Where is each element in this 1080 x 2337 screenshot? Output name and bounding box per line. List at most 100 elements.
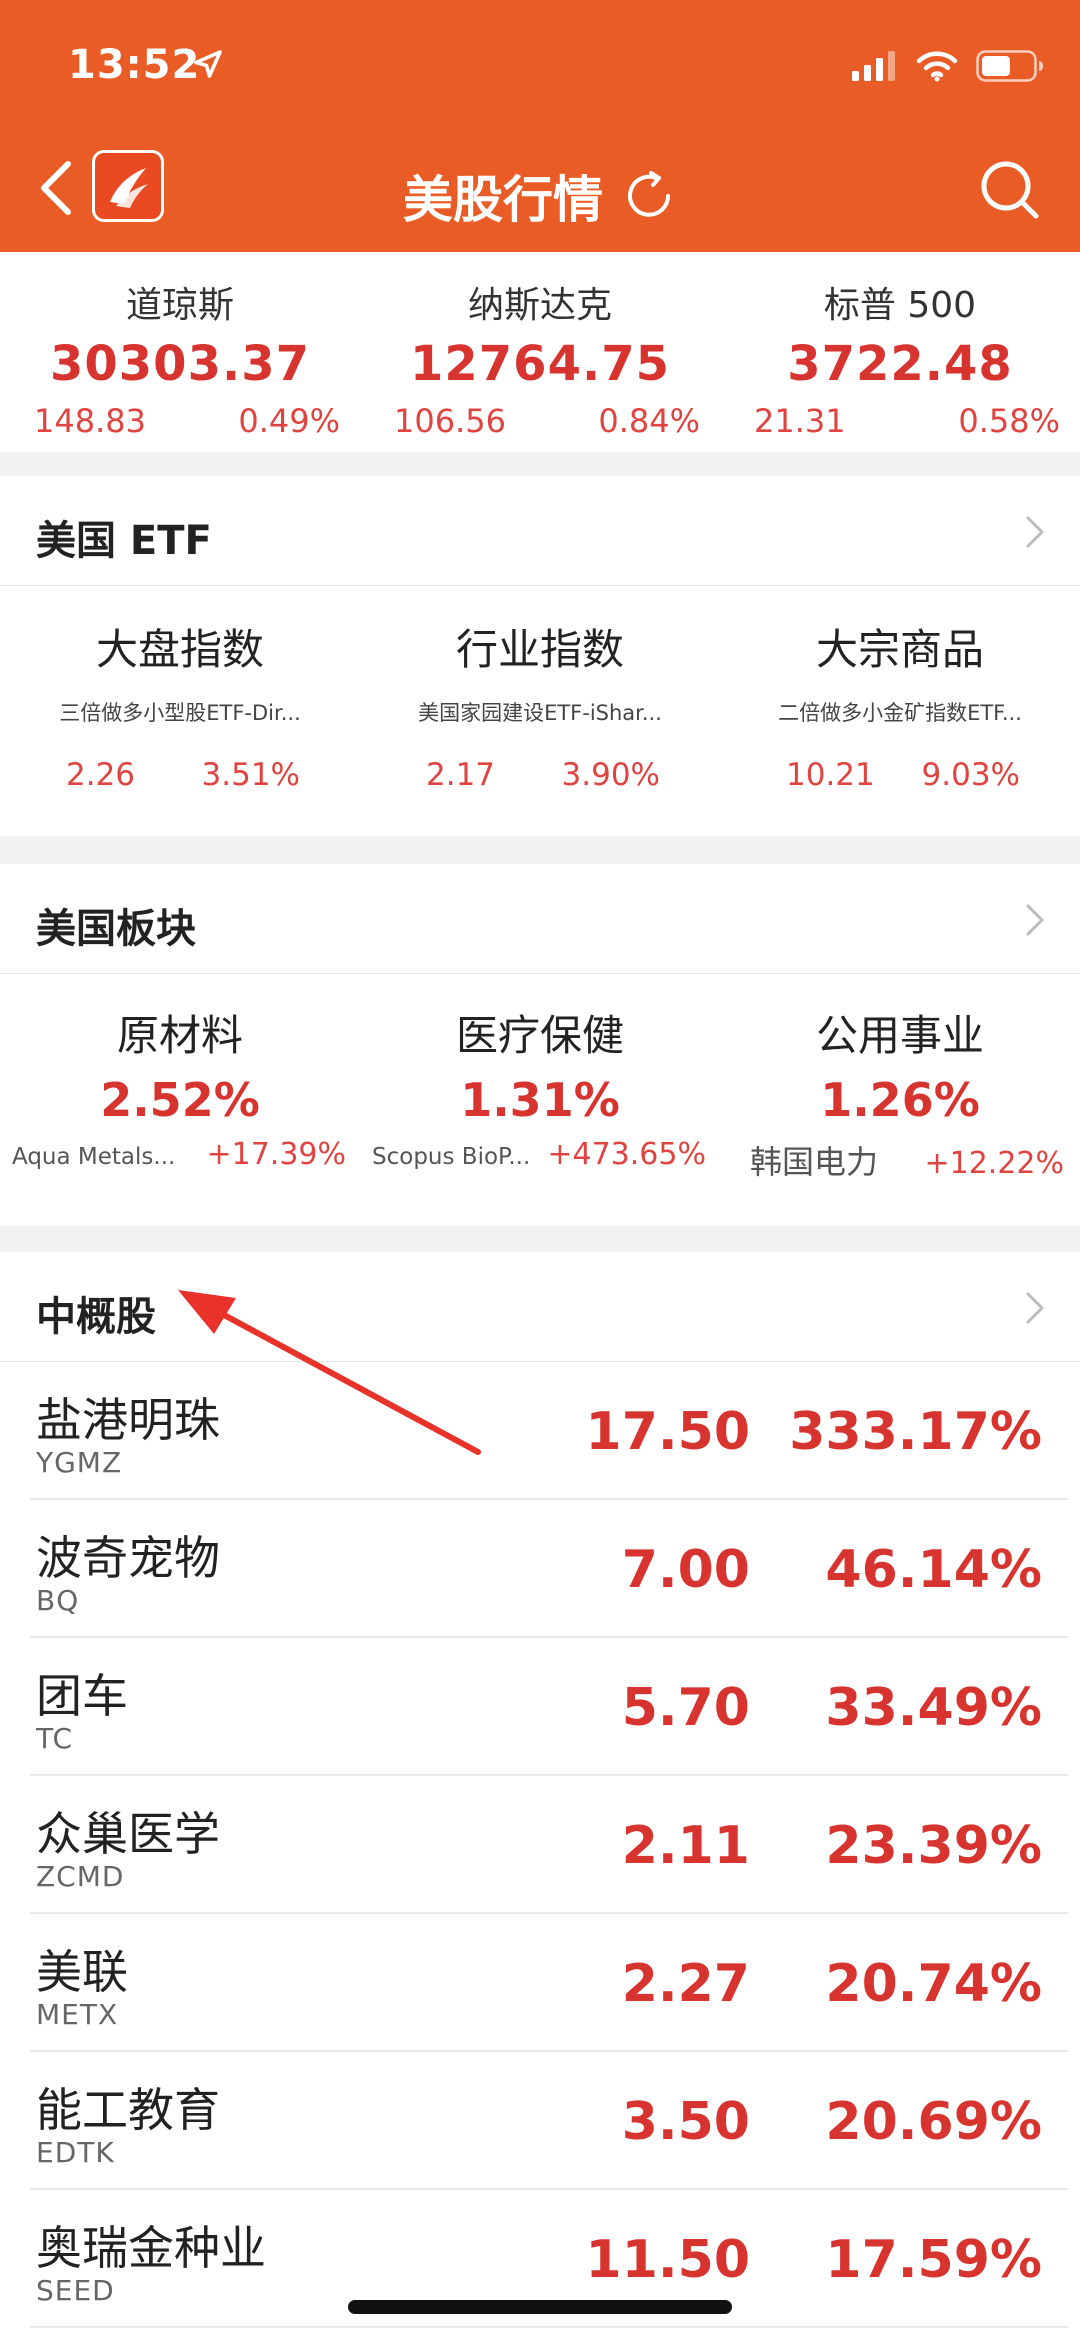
china-section-header[interactable]: 中概股 xyxy=(0,1252,1080,1362)
page-title-text: 美股行情 xyxy=(403,171,603,229)
search-icon[interactable] xyxy=(978,158,1042,222)
index-change: 106.56 xyxy=(394,402,506,440)
index-change: 148.83 xyxy=(34,402,146,440)
cellular-signal-icon xyxy=(852,51,895,81)
china-stock-list: 盐港明珠 YGMZ 17.50 333.17% 波奇宠物 BQ 7.00 46.… xyxy=(0,1362,1080,2337)
table-row[interactable]: 团车 TC 5.70 33.49% xyxy=(30,1638,1068,1776)
etf-price: 2.17 xyxy=(426,757,496,793)
sector-leader: 韩国电力 xyxy=(750,1143,879,1181)
index-value: 30303.37 xyxy=(49,336,311,392)
stock-change-pct: 333.17% xyxy=(789,1402,1042,1462)
etf-price: 10.21 xyxy=(786,757,875,793)
battery-icon xyxy=(976,50,1043,82)
sector-leader: Aqua Metals... xyxy=(12,1144,176,1170)
table-row[interactable]: 美联 METX 2.27 20.74% xyxy=(30,1914,1068,2052)
section-title: 美国 ETF xyxy=(36,518,212,564)
etf-pct: 3.90% xyxy=(561,757,660,793)
stock-name: 美联 xyxy=(36,1945,128,1999)
etf-item-industry[interactable]: 行业指数 美国家园建设ETF-iShar... 2.17 3.90% xyxy=(360,616,720,793)
index-summary-card: 道琼斯 30303.37 148.83 0.49% 纳斯达克 12764.75 … xyxy=(0,252,1080,452)
sector-pct: 2.52% xyxy=(100,1073,260,1127)
sector-leader-pct: +12.22% xyxy=(924,1146,1064,1181)
stock-price: 11.50 xyxy=(585,2230,750,2290)
sector-leader-pct: +17.39% xyxy=(206,1137,346,1172)
stock-price: 3.50 xyxy=(621,2092,750,2152)
index-nasdaq[interactable]: 纳斯达克 12764.75 106.56 0.84% xyxy=(360,276,720,440)
stock-code: YGMZ xyxy=(36,1446,123,1479)
table-row[interactable]: 众巢医学 ZCMD 2.11 23.39% xyxy=(30,1776,1068,1914)
stock-change-pct: 20.69% xyxy=(825,2092,1042,2152)
etf-price: 2.26 xyxy=(66,757,136,793)
sector-item-utilities[interactable]: 公用事业 1.26% 韩国电力 +12.22% xyxy=(720,1002,1080,1183)
stock-price: 7.00 xyxy=(621,1540,750,1600)
sector-section-header[interactable]: 美国板块 xyxy=(0,864,1080,974)
stock-name: 众巢医学 xyxy=(36,1807,220,1861)
etf-pct: 3.51% xyxy=(201,757,300,793)
etf-item-large-cap[interactable]: 大盘指数 三倍做多小型股ETF-Dir... 2.26 3.51% xyxy=(0,616,360,793)
stock-code: SEED xyxy=(36,2274,115,2307)
status-icons xyxy=(852,48,1044,84)
stock-price: 2.27 xyxy=(621,1954,750,2014)
etf-desc: 三倍做多小型股ETF-Dir... xyxy=(59,701,301,725)
sector-name: 医疗保健 xyxy=(455,1011,624,1060)
stock-change-pct: 33.49% xyxy=(825,1678,1042,1738)
index-value: 3722.48 xyxy=(787,336,1013,392)
index-sp500[interactable]: 标普 500 3722.48 21.31 0.58% xyxy=(720,276,1080,440)
chevron-right-icon xyxy=(1026,1292,1044,1324)
sector-item-materials[interactable]: 原材料 2.52% Aqua Metals... +17.39% xyxy=(0,1002,360,1172)
location-arrow-icon xyxy=(194,50,222,78)
stock-name: 波奇宠物 xyxy=(36,1531,220,1585)
index-dow[interactable]: 道琼斯 30303.37 148.83 0.49% xyxy=(0,276,360,440)
section-title: 美国板块 xyxy=(36,906,196,952)
table-row[interactable]: 能工教育 EDTK 3.50 20.69% xyxy=(30,2052,1068,2190)
stock-name: 团车 xyxy=(36,1669,128,1723)
stock-code: EDTK xyxy=(36,2136,115,2169)
stock-code: BQ xyxy=(36,1584,80,1617)
stock-change-pct: 17.59% xyxy=(825,2230,1042,2290)
stock-price: 2.11 xyxy=(621,1816,750,1876)
stock-code: ZCMD xyxy=(36,1860,125,1893)
app-header: 13:52 美股行情 xyxy=(0,0,1080,252)
table-row[interactable]: 波奇宠物 BQ 7.00 46.14% xyxy=(30,1500,1068,1638)
stock-name: 奥瑞金种业 xyxy=(36,2221,266,2275)
sector-pct: 1.31% xyxy=(460,1073,620,1127)
etf-card: 大盘指数 三倍做多小型股ETF-Dir... 2.26 3.51% 行业指数 美… xyxy=(0,586,1080,836)
index-name: 纳斯达克 xyxy=(467,285,612,326)
stock-code: TC xyxy=(36,1722,74,1755)
stock-change-pct: 23.39% xyxy=(825,1816,1042,1876)
etf-name: 大宗商品 xyxy=(815,625,984,674)
stock-name: 盐港明珠 xyxy=(36,1393,220,1447)
index-pct: 0.84% xyxy=(598,402,700,440)
chevron-right-icon xyxy=(1026,904,1044,936)
index-name: 道琼斯 xyxy=(125,285,234,326)
home-indicator[interactable] xyxy=(348,2300,732,2314)
section-title: 中概股 xyxy=(36,1294,156,1340)
sector-item-healthcare[interactable]: 医疗保健 1.31% Scopus BioP... +473.65% xyxy=(360,1002,720,1172)
refresh-icon[interactable] xyxy=(621,168,677,224)
etf-desc: 二倍做多小金矿指数ETF... xyxy=(778,701,1022,725)
table-row[interactable]: 盐港明珠 YGMZ 17.50 333.17% xyxy=(30,1362,1068,1500)
etf-name: 大盘指数 xyxy=(95,625,264,674)
stock-price: 5.70 xyxy=(621,1678,750,1738)
sector-card: 原材料 2.52% Aqua Metals... +17.39% 医疗保健 1.… xyxy=(0,974,1080,1226)
etf-name: 行业指数 xyxy=(455,625,624,674)
sector-leader-pct: +473.65% xyxy=(547,1137,706,1172)
etf-item-commodity[interactable]: 大宗商品 二倍做多小金矿指数ETF... 10.21 9.03% xyxy=(720,616,1080,793)
stock-price: 17.50 xyxy=(585,1402,750,1462)
wifi-icon xyxy=(916,51,958,82)
index-change: 21.31 xyxy=(754,402,846,440)
sector-leader: Scopus BioP... xyxy=(372,1144,531,1170)
stock-name: 能工教育 xyxy=(36,2083,220,2137)
page-title: 美股行情 xyxy=(0,160,1080,232)
etf-section-header[interactable]: 美国 ETF xyxy=(0,476,1080,586)
index-pct: 0.49% xyxy=(238,402,340,440)
status-time: 13:52 xyxy=(68,42,201,88)
etf-pct: 9.03% xyxy=(921,757,1020,793)
stock-change-pct: 46.14% xyxy=(825,1540,1042,1600)
sector-name: 公用事业 xyxy=(815,1011,984,1060)
index-name: 标普 500 xyxy=(823,285,977,326)
sector-name: 原材料 xyxy=(116,1011,243,1060)
etf-desc: 美国家园建设ETF-iShar... xyxy=(418,701,662,725)
index-pct: 0.58% xyxy=(958,402,1060,440)
stock-change-pct: 20.74% xyxy=(825,1954,1042,2014)
